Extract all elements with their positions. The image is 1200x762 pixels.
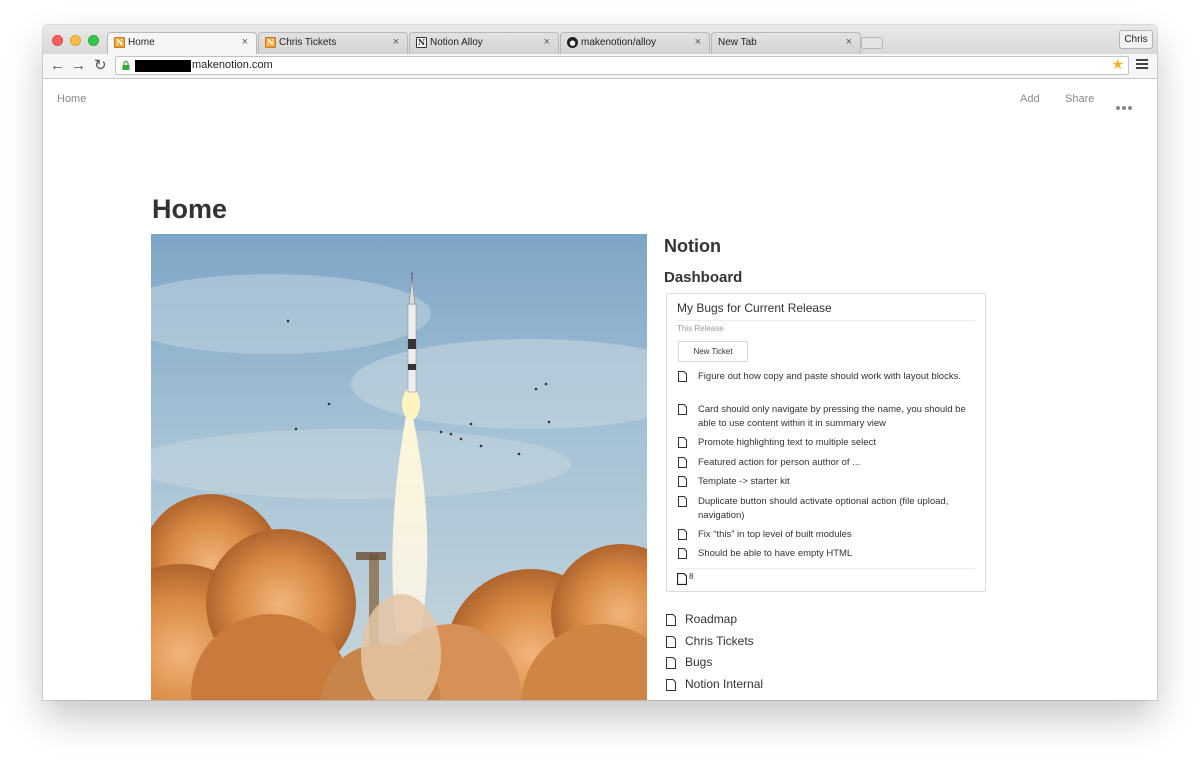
- dashboard-heading: Dashboard: [664, 269, 743, 286]
- share-button[interactable]: Share: [1065, 93, 1094, 105]
- notion-icon: N: [265, 37, 276, 48]
- close-icon[interactable]: ×: [242, 36, 248, 48]
- profile-button[interactable]: Chris: [1119, 30, 1153, 49]
- page-link-label: Chris Tickets: [685, 634, 754, 648]
- bookmark-star-icon[interactable]: ★: [1111, 56, 1124, 73]
- document-icon: [678, 371, 687, 382]
- ticket-title: Figure out how copy and paste should wor…: [698, 371, 961, 382]
- browser-menu-button[interactable]: [1136, 59, 1148, 71]
- card-title[interactable]: My Bugs for Current Release: [677, 301, 832, 315]
- card-subtitle: This Release: [677, 324, 724, 333]
- more-options-icon[interactable]: [1116, 97, 1134, 115]
- tab-title: Notion Alloy: [430, 37, 483, 48]
- document-icon: [678, 476, 687, 487]
- tab-title: Home: [128, 37, 155, 48]
- page-link-label: Notion Internal: [685, 677, 764, 691]
- page-link-label: Bugs: [685, 655, 713, 669]
- document-icon: [678, 548, 687, 559]
- page-content: Home Add Share Home Notion Dashboard My …: [43, 79, 1157, 700]
- document-icon: [677, 573, 687, 585]
- browser-window: N Home × N Chris Tickets × N Notion Allo…: [43, 25, 1157, 700]
- url-text: makenotion.com: [192, 59, 273, 71]
- document-icon: [666, 636, 676, 648]
- ticket-title: Should be able to have empty HTML: [698, 548, 853, 559]
- page-title: Home: [152, 194, 228, 224]
- document-icon: [678, 457, 687, 468]
- github-icon: ●: [567, 37, 578, 48]
- tab-makenotion-alloy[interactable]: ● makenotion/alloy ×: [560, 32, 710, 54]
- window-close-button[interactable]: [52, 35, 63, 46]
- notion-heading: Notion: [664, 236, 721, 256]
- ticket-title: Fix “this” in top level of built modules: [698, 529, 852, 540]
- breadcrumb[interactable]: Home: [57, 93, 86, 105]
- tab-chris-tickets[interactable]: N Chris Tickets ×: [258, 32, 408, 54]
- document-icon: [666, 657, 676, 669]
- tab-title: New Tab: [718, 37, 757, 48]
- document-icon: [678, 496, 687, 507]
- close-icon[interactable]: ×: [393, 36, 399, 48]
- ticket-title: Duplicate button should activate optiona…: [698, 496, 949, 521]
- close-icon[interactable]: ×: [695, 36, 701, 48]
- window-maximize-button[interactable]: [88, 35, 99, 46]
- tab-title: makenotion/alloy: [581, 37, 657, 48]
- notion-icon: N: [114, 37, 125, 48]
- back-button[interactable]: ←: [50, 56, 65, 76]
- reload-button[interactable]: ↻: [94, 56, 107, 76]
- document-icon: [666, 614, 676, 626]
- close-icon[interactable]: ×: [846, 36, 852, 48]
- ticket-title: Featured action for person author of ...: [698, 457, 861, 468]
- tab-title: Chris Tickets: [279, 37, 337, 48]
- notion-icon: N: [416, 37, 427, 48]
- ticket-title: Promote highlighting text to multiple se…: [698, 437, 876, 448]
- new-tab-button[interactable]: [861, 37, 883, 49]
- tab-notion-alloy[interactable]: N Notion Alloy ×: [409, 32, 559, 54]
- window-minimize-button[interactable]: [70, 35, 81, 46]
- tab-home[interactable]: N Home ×: [107, 32, 257, 55]
- forward-button[interactable]: →: [71, 56, 86, 76]
- document-icon: [678, 404, 687, 415]
- ticket-count: 8: [689, 572, 694, 581]
- add-button[interactable]: Add: [1020, 93, 1040, 105]
- document-icon: [678, 529, 687, 540]
- close-icon[interactable]: ×: [544, 36, 550, 48]
- tab-strip: N Home × N Chris Tickets × N Notion Allo…: [43, 25, 1157, 55]
- divider: [677, 320, 975, 321]
- ticket-title: Template -> starter kit: [698, 476, 790, 487]
- address-bar[interactable]: makenotion.com ★: [115, 56, 1129, 75]
- rocket-launch-image: [151, 234, 647, 700]
- document-icon: [666, 679, 676, 691]
- browser-toolbar: ← → ↻ makenotion.com ★: [43, 54, 1157, 79]
- redacted-url-part: [135, 60, 191, 72]
- divider: [677, 568, 975, 569]
- lock-icon: [122, 61, 130, 70]
- ticket-title: Card should only navigate by pressing th…: [698, 404, 966, 429]
- tab-new-tab[interactable]: New Tab ×: [711, 32, 861, 54]
- page-link-label: Roadmap: [685, 612, 738, 626]
- new-ticket-button[interactable]: New Ticket: [678, 341, 748, 362]
- bugs-card: My Bugs for Current Release This Release…: [666, 293, 986, 592]
- document-icon: [678, 437, 687, 448]
